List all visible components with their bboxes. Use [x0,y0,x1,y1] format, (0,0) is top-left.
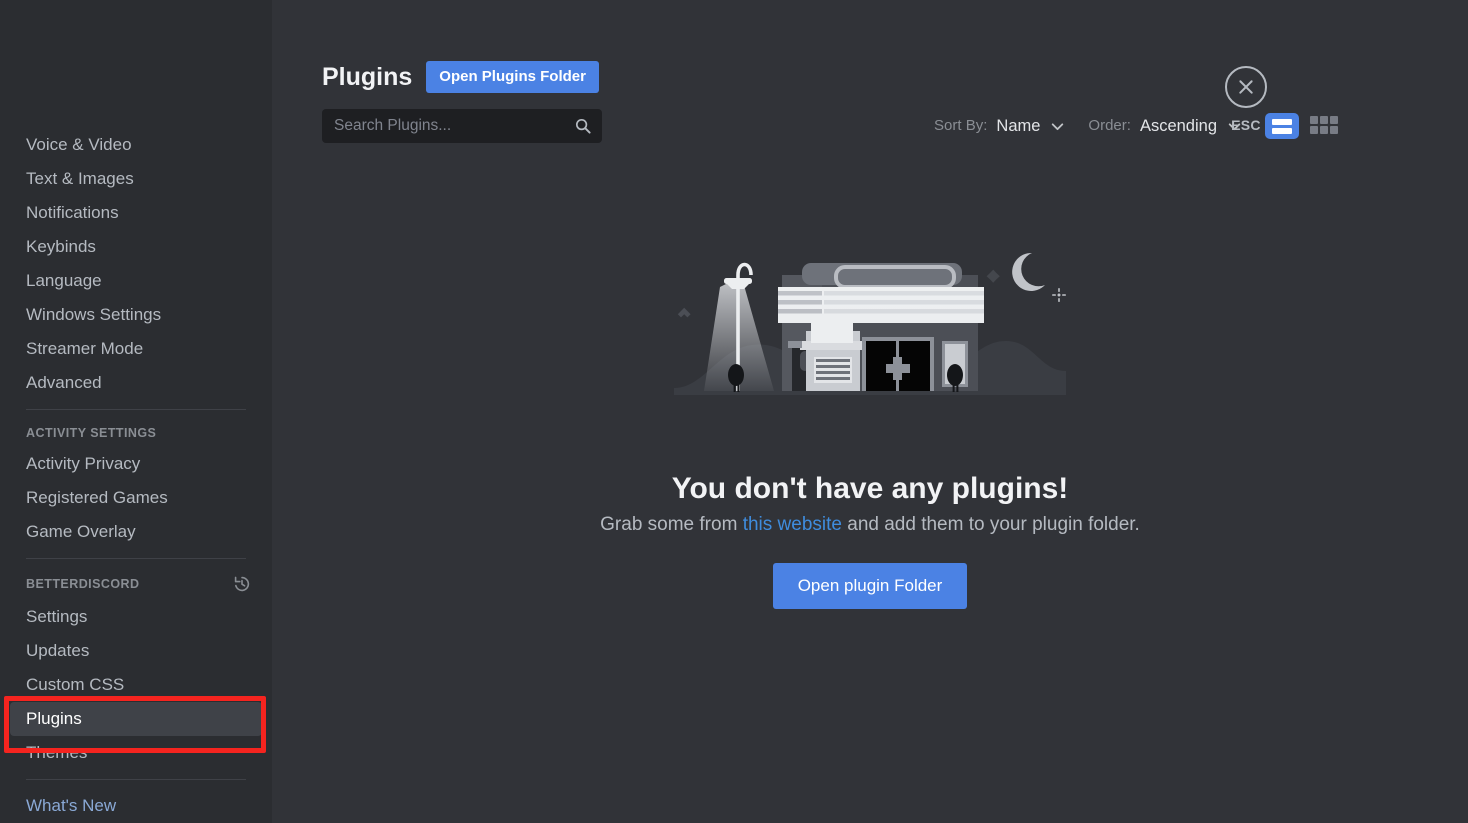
page-title: Plugins [322,63,413,91]
sidebar-item-label: What's New [26,796,117,815]
sidebar-item-label: Game Overlay [26,522,136,541]
sidebar-item-windows-settings[interactable]: Windows Settings [10,298,262,332]
esc-label: ESC [1231,117,1261,133]
open-plugins-folder-button[interactable]: Open Plugins Folder [426,61,599,93]
sidebar-item-updates[interactable]: Updates [10,634,262,668]
sort-by-label: Sort By: [934,117,988,134]
sidebar-item-label: Activity Privacy [26,454,141,473]
sparkle-icon [1052,288,1066,302]
sidebar-divider-2 [26,558,246,559]
sidebar-item-label: Streamer Mode [26,339,144,358]
sidebar-item-label: Keybinds [26,237,96,256]
sidebar-item-label: Settings [26,607,88,626]
sidebar-item-label: Custom CSS [26,675,125,694]
sidebar-item-text-images[interactable]: Text & Images [10,162,262,196]
sidebar-item-label: Text & Images [26,169,134,188]
sidebar-item-label: Notifications [26,203,119,222]
empty-state-title: You don't have any plugins! [671,472,1069,505]
sidebar-item-settings[interactable]: Settings [10,600,262,634]
sidebar-item-whats-new[interactable]: What's New [10,789,262,823]
close-settings-button[interactable]: ESC [1220,66,1272,133]
sidebar-item-advanced[interactable]: Advanced [10,366,262,400]
sidebar-item-game-overlay[interactable]: Game Overlay [10,515,262,549]
sidebar-item-activity-privacy[interactable]: Activity Privacy [10,447,262,481]
sidebar-item-language[interactable]: Language [10,264,262,298]
sidebar-header-activity-settings: ACTIVITY SETTINGS [10,419,262,447]
order-value: Ascending [1139,116,1217,135]
sidebar-item-notifications[interactable]: Notifications [10,196,262,230]
sidebar-item-registered-games[interactable]: Registered Games [10,481,262,515]
sort-by-dropdown[interactable]: Name [996,117,1066,136]
empty-state-action-row: Open plugin Folder [272,563,1468,609]
view-mode-toggle [1265,113,1338,139]
grid-view-icon[interactable] [1310,116,1338,136]
empty-text-after-link: and add them to your plugin folder. [841,514,1140,535]
sidebar-item-themes[interactable]: Themes [10,736,262,770]
sidebar-item-keybinds[interactable]: Keybinds [10,230,262,264]
sidebar-item-label: Advanced [26,373,102,392]
closed-storefront-at-night-illustration [674,252,1066,395]
sort-by-value: Name [996,116,1041,135]
open-plugin-folder-button[interactable]: Open plugin Folder [772,563,968,609]
sidebar-divider-3 [26,779,246,780]
sidebar-item-label: Language [26,271,102,290]
sidebar-item-custom-css[interactable]: Custom CSS [10,668,262,702]
close-x-icon [1225,66,1267,108]
sidebar-header-betterdiscord: BETTERDISCORD [10,568,262,600]
sort-controls: Sort By: Name Order: Ascending [934,113,1428,139]
sidebar-header-label: BETTERDISCORD [26,577,140,591]
sidebar-item-voice-video[interactable]: Voice & Video [10,128,262,162]
this-website-link[interactable]: this website [743,514,842,535]
history-icon[interactable] [232,574,252,594]
order-label: Order: [1088,117,1131,134]
sidebar-divider-1 [26,409,246,410]
sidebar-item-plugins[interactable]: Plugins [10,702,262,736]
settings-sidebar: Voice & Video Text & Images Notifications K… [0,0,272,823]
sidebar-item-label: Registered Games [26,488,168,507]
sidebar-item-streamer-mode[interactable]: Streamer Mode [10,332,262,366]
settings-window: Voice & Video Text & Images Notifications K… [0,0,1468,823]
sidebar-item-label: Plugins [26,709,82,728]
sidebar-item-label: Windows Settings [26,305,162,324]
sidebar-header-label: ACTIVITY SETTINGS [26,426,157,440]
empty-state-subtitle: Grab some from this website and add them… [272,513,1468,537]
sidebar-nav-list: Voice & Video Text & Images Notifications K… [0,128,272,823]
sidebar-item-label: Themes [26,743,88,762]
search-input[interactable] [322,117,602,135]
search-plugins-box[interactable] [322,109,602,143]
sidebar-item-label: Voice & Video [26,135,132,154]
sidebar-item-label: Updates [26,641,90,660]
chevron-down-icon [1052,122,1064,130]
empty-text-before-link: Grab some from [600,514,743,535]
